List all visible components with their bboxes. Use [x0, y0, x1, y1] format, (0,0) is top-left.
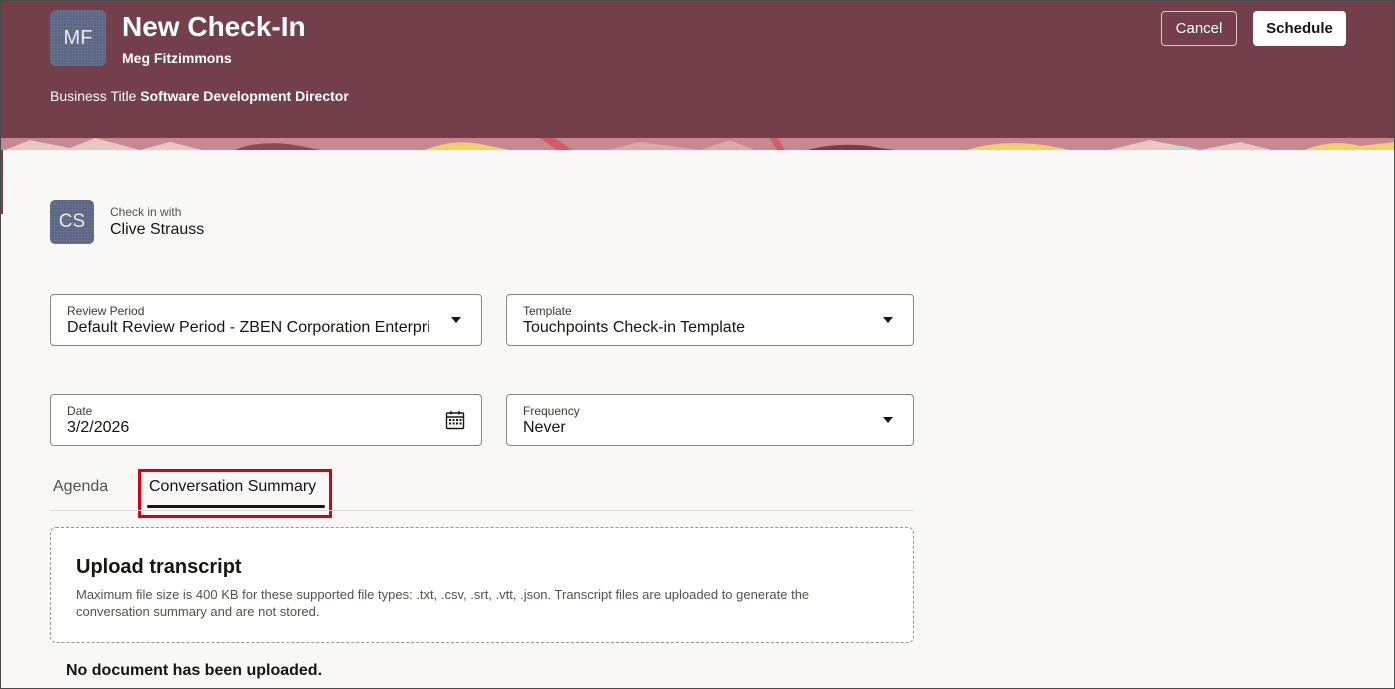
tab-agenda[interactable]: Agenda [53, 478, 108, 496]
employee-name: Meg Fitzimmons [122, 50, 232, 66]
tabs-divider [50, 510, 914, 511]
business-title-label: Business Title [50, 88, 137, 104]
schedule-button[interactable]: Schedule [1253, 11, 1346, 46]
page-title: New Check-In [122, 11, 306, 42]
business-title-value: Software Development Director [140, 88, 349, 104]
template-select[interactable]: Template Touchpoints Check-in Template [506, 294, 914, 346]
header-decorative-pattern [0, 138, 1395, 150]
cancel-button[interactable]: Cancel [1161, 11, 1237, 46]
checkin-avatar: CS [50, 200, 94, 244]
checkin-with-name: Clive Strauss [110, 221, 205, 238]
template-value: Touchpoints Check-in Template [523, 319, 746, 336]
chevron-down-icon[interactable] [883, 417, 893, 423]
checkin-with-label: Check in with [110, 205, 182, 219]
left-accent-stripe [0, 150, 3, 214]
business-title: Business Title Software Development Dire… [50, 88, 349, 104]
upload-transcript-dropzone[interactable]: Upload transcript Maximum file size is 4… [50, 527, 914, 643]
chevron-down-icon[interactable] [883, 317, 893, 323]
no-document-message: No document has been uploaded. [66, 662, 323, 679]
avatar: MF [50, 10, 106, 66]
review-period-value: Default Review Period - ZBEN Corporation… [67, 319, 429, 336]
frequency-label: Frequency [523, 404, 580, 418]
template-label: Template [523, 304, 572, 318]
review-period-label: Review Period [67, 304, 145, 318]
frequency-select[interactable]: Frequency Never [506, 394, 914, 446]
calendar-icon[interactable] [445, 410, 465, 430]
date-field[interactable]: Date 3/2/2026 [50, 394, 482, 446]
frequency-value: Never [523, 419, 566, 436]
chevron-down-icon[interactable] [451, 317, 461, 323]
upload-title: Upload transcript [76, 556, 242, 578]
review-period-select[interactable]: Review Period Default Review Period - ZB… [50, 294, 482, 346]
upload-description: Maximum file size is 400 KB for these su… [76, 587, 810, 619]
date-label: Date [67, 404, 93, 418]
date-value[interactable]: 3/2/2026 [67, 419, 429, 437]
